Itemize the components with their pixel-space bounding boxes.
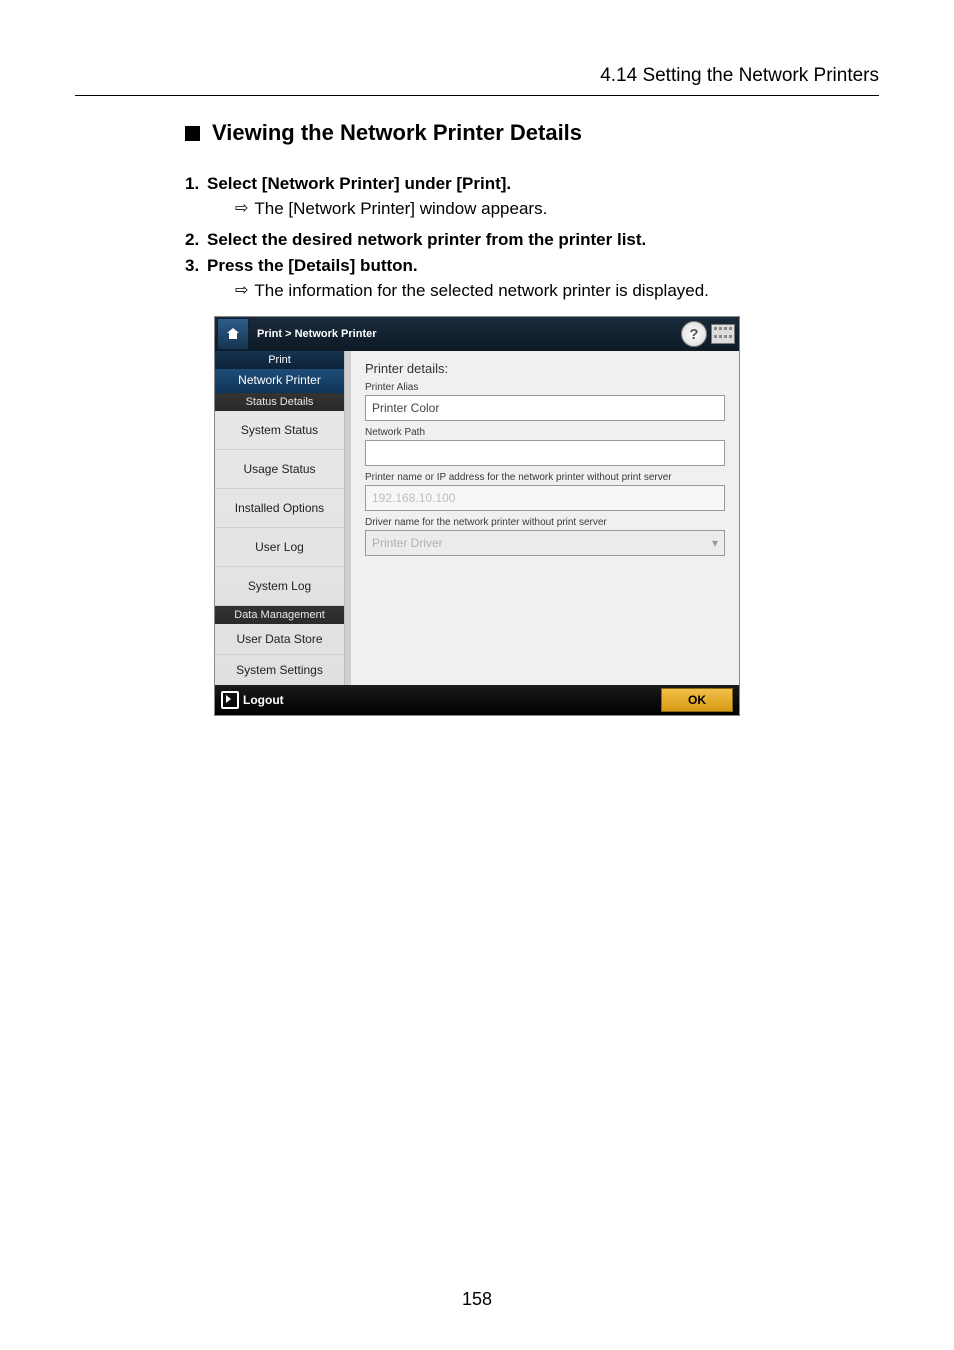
- screenshot-content: Printer details: Printer Alias Printer C…: [351, 351, 739, 685]
- result-text: The [Network Printer] window appears.: [254, 198, 547, 220]
- logout-icon: [221, 691, 239, 709]
- result-arrow-icon: ⇨: [235, 280, 248, 302]
- alias-label: Printer Alias: [365, 382, 725, 393]
- header-rule: [75, 95, 879, 96]
- path-label: Network Path: [365, 427, 725, 438]
- sidebar-item-usage-status[interactable]: Usage Status: [215, 450, 344, 489]
- ok-button[interactable]: OK: [661, 688, 733, 712]
- help-icon: ?: [689, 326, 698, 343]
- sidebar-item-user-data-store[interactable]: User Data Store: [215, 624, 344, 655]
- breadcrumb: Print > Network Printer: [257, 328, 377, 340]
- screenshot-titlebar: Print > Network Printer ?: [215, 317, 739, 351]
- alias-field[interactable]: Printer Color: [365, 395, 725, 421]
- screenshot-footer: Logout OK: [215, 685, 739, 715]
- step-number: 2.: [185, 230, 207, 250]
- step-result: ⇨ The information for the selected netwo…: [235, 280, 879, 302]
- keyboard-button[interactable]: [711, 324, 735, 344]
- logout-button[interactable]: Logout: [215, 691, 284, 709]
- page-number: 158: [0, 1289, 954, 1310]
- ip-label: Printer name or IP address for the netwo…: [365, 472, 725, 483]
- bullet-square-icon: [185, 126, 200, 141]
- step-item: 2. Select the desired network printer fr…: [185, 230, 879, 250]
- driver-label: Driver name for the network printer with…: [365, 517, 725, 528]
- page-header: 4.14 Setting the Network Printers: [600, 65, 879, 87]
- sidebar-item-user-log[interactable]: User Log: [215, 528, 344, 567]
- step-text: Select the desired network printer from …: [207, 230, 646, 250]
- content-title: Printer details:: [365, 361, 725, 376]
- sidebar-group-print: Print: [215, 351, 344, 369]
- logout-label: Logout: [243, 693, 284, 707]
- home-icon: [225, 326, 241, 342]
- sidebar-item-system-log[interactable]: System Log: [215, 567, 344, 606]
- home-button[interactable]: [217, 318, 249, 350]
- step-text: Press the [Details] button.: [207, 256, 418, 276]
- sidebar-item-label: Network Printer: [238, 373, 321, 387]
- step-item: 3. Press the [Details] button.: [185, 256, 879, 276]
- section-title: Viewing the Network Printer Details: [212, 120, 582, 146]
- sidebar-item-network-printer[interactable]: Network Printer: [215, 369, 344, 393]
- path-field[interactable]: [365, 440, 725, 466]
- step-number: 3.: [185, 256, 207, 276]
- steps-list: 1. Select [Network Printer] under [Print…: [185, 174, 879, 302]
- step-number: 1.: [185, 174, 207, 194]
- chevron-down-icon: ▾: [712, 536, 718, 550]
- help-button[interactable]: ?: [681, 321, 707, 347]
- screenshot-sidebar: Print Network Printer Status Details Sys…: [215, 351, 351, 685]
- sidebar-item-system-settings[interactable]: System Settings: [215, 655, 344, 685]
- step-text: Select [Network Printer] under [Print].: [207, 174, 511, 194]
- result-arrow-icon: ⇨: [235, 198, 248, 220]
- sidebar-group-status: Status Details: [215, 393, 344, 411]
- sidebar-item-installed-options[interactable]: Installed Options: [215, 489, 344, 528]
- result-text: The information for the selected network…: [254, 280, 709, 302]
- sidebar-scrollbar[interactable]: [344, 351, 351, 685]
- step-item: 1. Select [Network Printer] under [Print…: [185, 174, 879, 194]
- printer-details-screenshot: Print > Network Printer ? Print Network …: [214, 316, 740, 716]
- ip-field: 192.168.10.100: [365, 485, 725, 511]
- sidebar-group-data: Data Management: [215, 606, 344, 624]
- step-result: ⇨ The [Network Printer] window appears.: [235, 198, 879, 220]
- driver-select[interactable]: Printer Driver ▾: [365, 530, 725, 556]
- driver-select-value: Printer Driver: [372, 536, 443, 550]
- sidebar-item-system-status[interactable]: System Status: [215, 411, 344, 450]
